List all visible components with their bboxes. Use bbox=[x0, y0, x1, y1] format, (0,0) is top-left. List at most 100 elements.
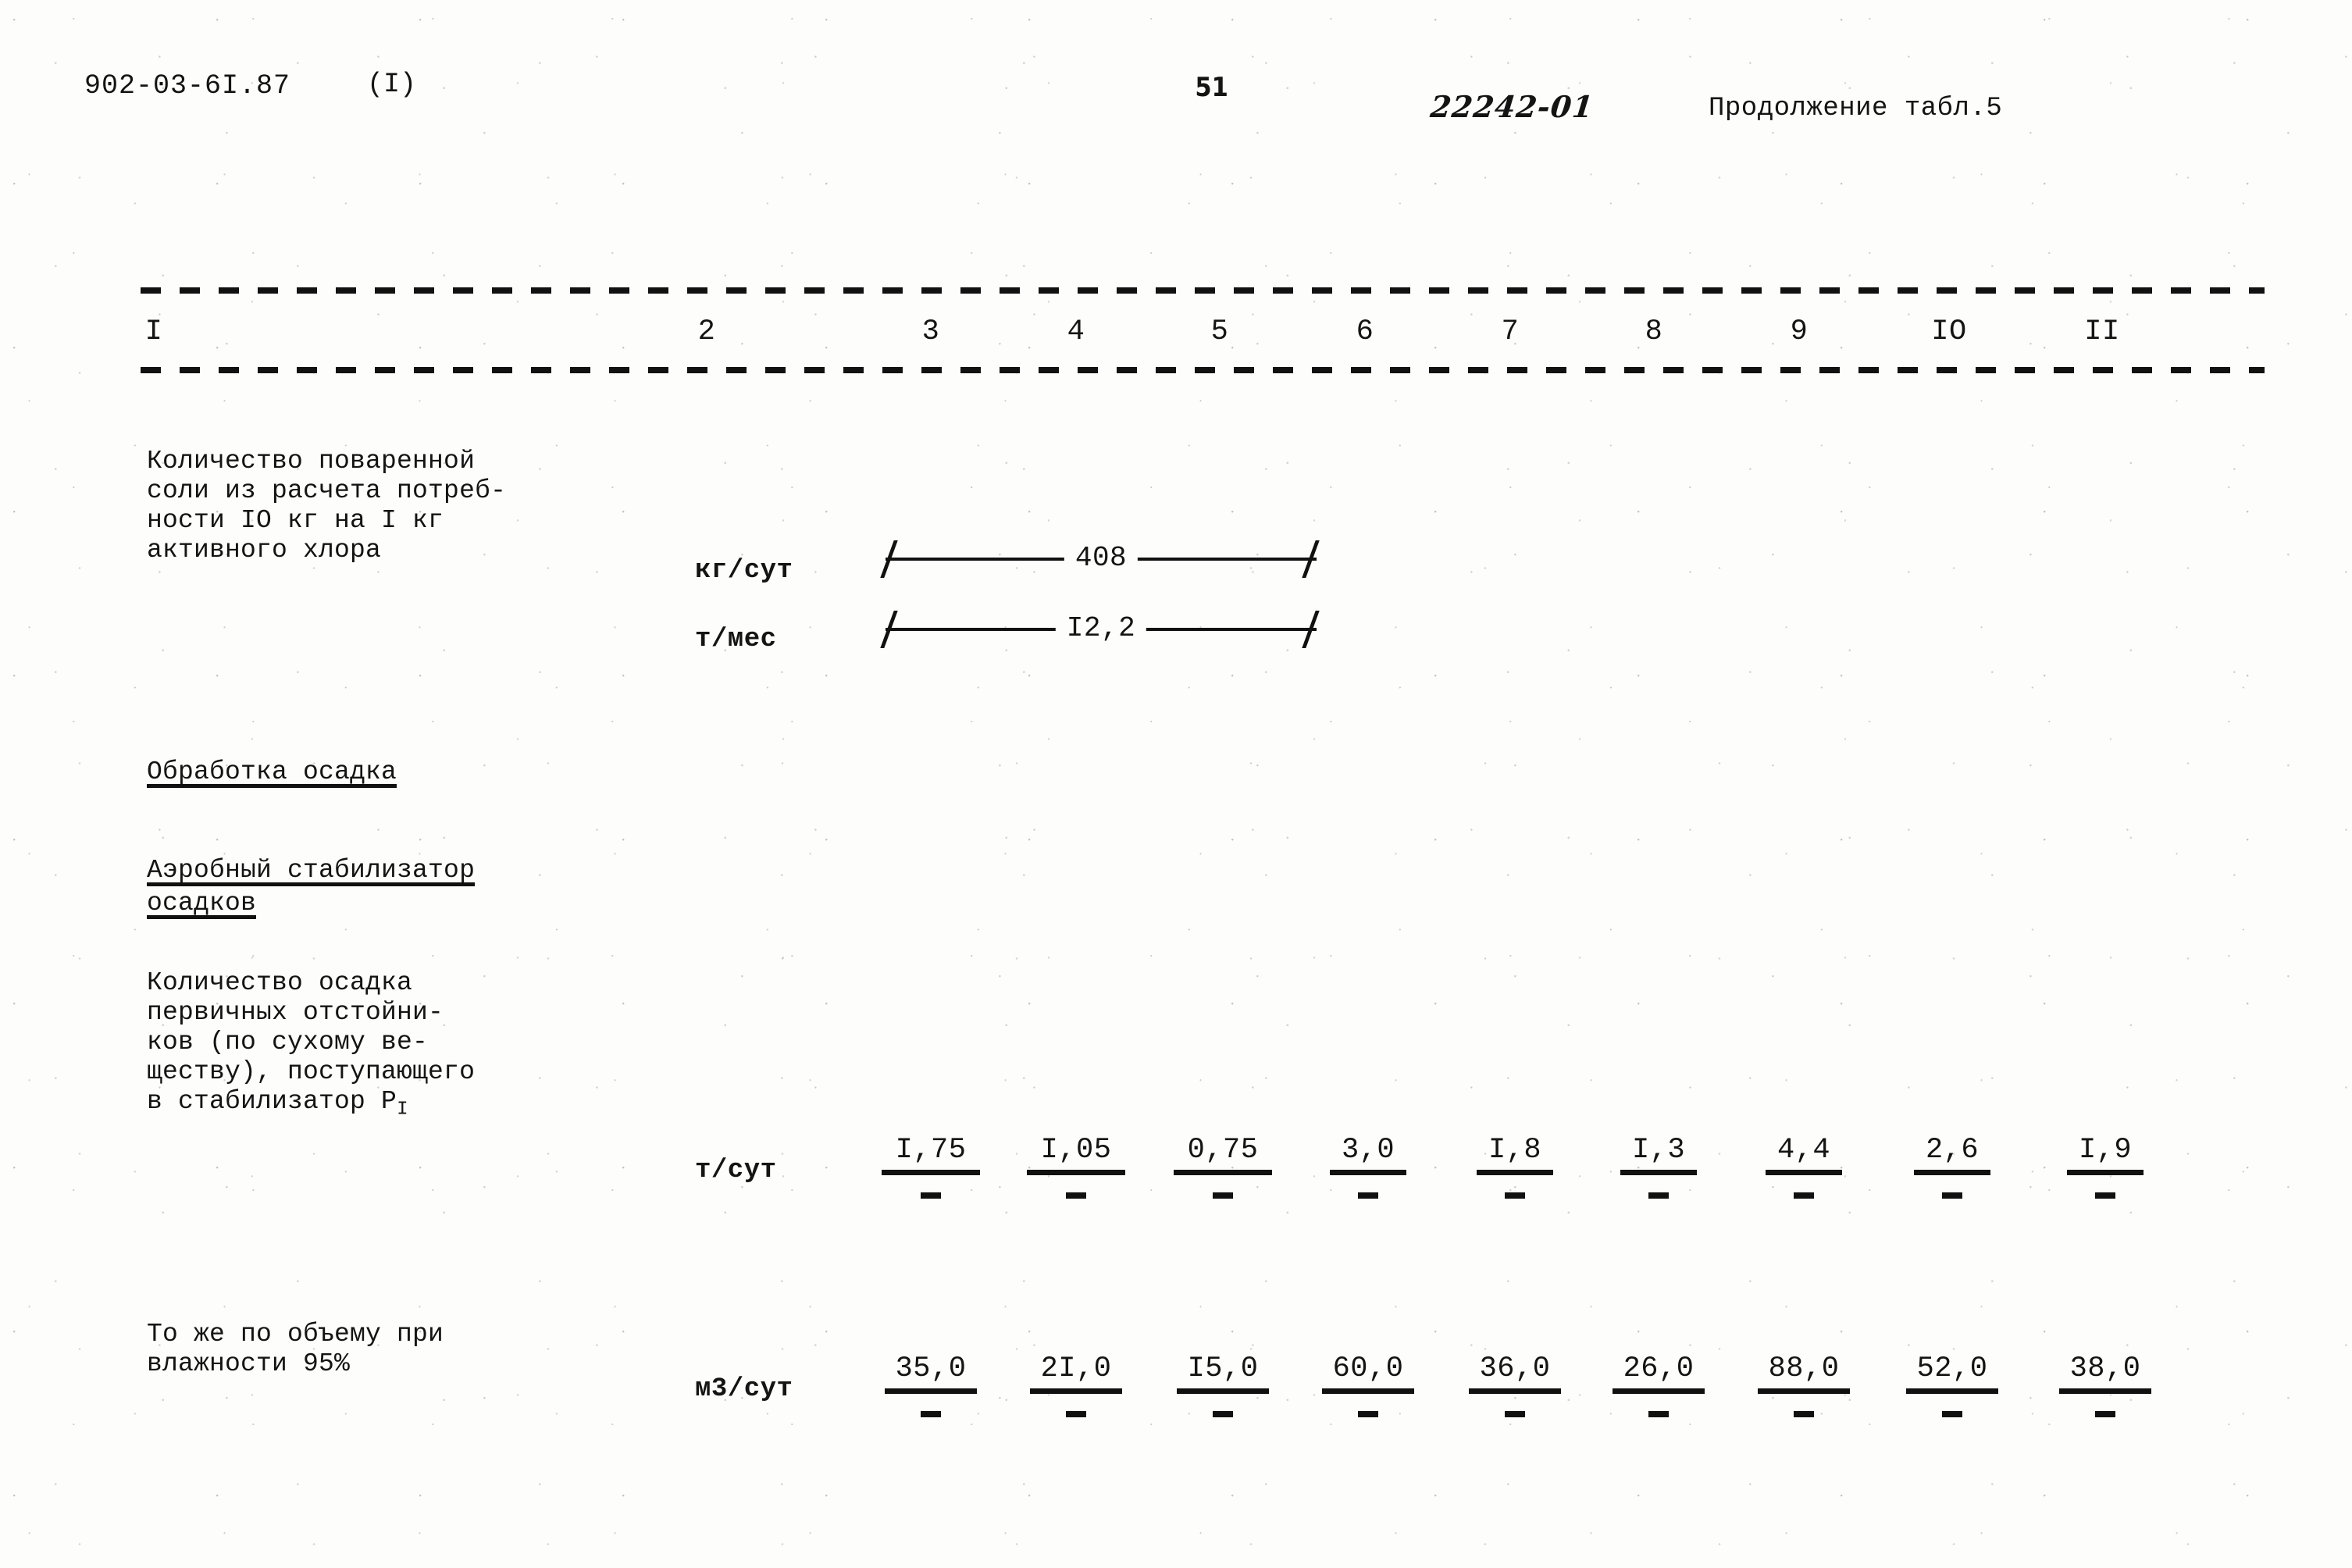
column-header-7: 7 bbox=[1501, 315, 1520, 348]
row-stub-sludge-volume: То же по объему при влажности 95% bbox=[147, 1320, 444, 1378]
row-stub-text: Количество осадка первичных отстойни- ко… bbox=[147, 968, 476, 1116]
fraction-bar bbox=[885, 1388, 977, 1394]
fraction-bar bbox=[1766, 1170, 1842, 1175]
data-cell: 52,0 bbox=[1906, 1352, 1998, 1417]
data-cell: I,3 bbox=[1620, 1134, 1697, 1199]
data-cell: 0,75 bbox=[1174, 1134, 1272, 1199]
cell-value: 52,0 bbox=[1916, 1352, 1988, 1385]
fraction-denominator bbox=[1505, 1411, 1525, 1417]
fraction-denominator bbox=[2095, 1192, 2115, 1199]
data-cell: 26,0 bbox=[1613, 1352, 1705, 1417]
data-cell: 36,0 bbox=[1469, 1352, 1561, 1417]
row-stub-subscript: I bbox=[397, 1099, 408, 1121]
data-cell: 4,4 bbox=[1766, 1134, 1842, 1199]
document-variant: (I) bbox=[367, 69, 417, 100]
data-cell: I,75 bbox=[882, 1134, 980, 1199]
column-header-6: 6 bbox=[1356, 315, 1374, 348]
column-header-8: 8 bbox=[1645, 315, 1663, 348]
fraction-bar bbox=[1469, 1388, 1561, 1394]
section-heading-text: Обработка осадка bbox=[147, 757, 397, 789]
table-rule-bottom bbox=[141, 367, 2265, 373]
fraction-bar bbox=[1620, 1170, 1697, 1175]
fraction-bar bbox=[882, 1170, 980, 1175]
cell-value: 4,4 bbox=[1776, 1134, 1831, 1167]
cell-value: 36,0 bbox=[1479, 1352, 1551, 1385]
fraction-denominator bbox=[1942, 1411, 1962, 1417]
data-cell: 3,0 bbox=[1330, 1134, 1406, 1199]
column-header-3: 3 bbox=[921, 315, 940, 348]
fraction-denominator bbox=[1942, 1192, 1962, 1199]
document-code: 902-03-6I.87 bbox=[84, 70, 291, 102]
unit-label-tonnes-per-month: т/мес bbox=[695, 625, 777, 654]
column-header-2: 2 bbox=[697, 315, 716, 348]
cell-value: 88,0 bbox=[1768, 1352, 1840, 1385]
column-header-9: 9 bbox=[1790, 315, 1809, 348]
cell-value: I,3 bbox=[1631, 1134, 1686, 1167]
unit-label-cubic-metres-per-day: м3/сут bbox=[695, 1374, 793, 1404]
row-stub-primary-sludge-quantity: Количество осадка первичных отстойни- ко… bbox=[147, 968, 475, 1125]
cell-value: I,9 bbox=[2078, 1134, 2133, 1167]
cell-value: 35,0 bbox=[895, 1352, 967, 1385]
data-cell: 38,0 bbox=[2059, 1352, 2151, 1417]
cell-value: 26,0 bbox=[1623, 1352, 1695, 1385]
cell-value: 2I,0 bbox=[1040, 1352, 1112, 1385]
data-cell: I,9 bbox=[2067, 1134, 2144, 1199]
span-value: 408 bbox=[1064, 537, 1139, 579]
fraction-bar bbox=[1613, 1388, 1705, 1394]
cell-value: I,05 bbox=[1040, 1134, 1112, 1167]
column-header-4: 4 bbox=[1067, 315, 1085, 348]
fraction-denominator bbox=[921, 1411, 941, 1417]
data-cell: I,8 bbox=[1477, 1134, 1553, 1199]
column-header-1: I bbox=[144, 315, 163, 348]
fraction-denominator bbox=[1213, 1192, 1233, 1199]
fraction-denominator bbox=[921, 1192, 941, 1199]
fraction-bar bbox=[1330, 1170, 1406, 1175]
fraction-bar bbox=[1030, 1388, 1122, 1394]
fraction-denominator bbox=[1648, 1411, 1669, 1417]
spanned-value-row-tonnes-per-month: I2,2 bbox=[875, 608, 1327, 650]
data-cell: I5,0 bbox=[1177, 1352, 1269, 1417]
column-header-5: 5 bbox=[1210, 315, 1229, 348]
fraction-denominator bbox=[2095, 1411, 2115, 1417]
cell-value: I5,0 bbox=[1187, 1352, 1259, 1385]
page-number: 51 bbox=[1195, 72, 1228, 103]
fraction-denominator bbox=[1794, 1192, 1814, 1199]
row-stub-salt-quantity: Количество поваренной соли из расчета по… bbox=[147, 447, 507, 565]
fraction-bar bbox=[1906, 1388, 1998, 1394]
data-cell: 35,0 bbox=[885, 1352, 977, 1417]
data-cell: 2I,0 bbox=[1030, 1352, 1122, 1417]
unit-label-kg-per-day: кг/сут bbox=[695, 556, 793, 586]
fraction-bar bbox=[1177, 1388, 1269, 1394]
cell-value: 0,75 bbox=[1187, 1134, 1259, 1167]
fraction-bar bbox=[1758, 1388, 1850, 1394]
cell-value: 2,6 bbox=[1925, 1134, 1980, 1167]
unit-label-tonnes-per-day: т/сут bbox=[695, 1156, 777, 1185]
cell-value: 3,0 bbox=[1341, 1134, 1395, 1167]
table-rule-top bbox=[141, 287, 2265, 294]
document-page: 902-03-6I.87 (I) 51 22242-01 Продолжение… bbox=[0, 0, 2352, 1568]
cell-value: I,8 bbox=[1488, 1134, 1542, 1167]
fraction-denominator bbox=[1213, 1411, 1233, 1417]
span-value: I2,2 bbox=[1055, 608, 1147, 650]
fraction-denominator bbox=[1648, 1192, 1669, 1199]
spanned-value-row-kg-per-day: 408 bbox=[875, 537, 1327, 579]
fraction-denominator bbox=[1358, 1411, 1378, 1417]
fraction-bar bbox=[2067, 1170, 2144, 1175]
fraction-bar bbox=[1027, 1170, 1125, 1175]
cell-value: 60,0 bbox=[1332, 1352, 1404, 1385]
fraction-bar bbox=[1322, 1388, 1414, 1394]
fraction-denominator bbox=[1505, 1192, 1525, 1199]
fraction-denominator bbox=[1066, 1192, 1086, 1199]
table-continuation-label: Продолжение табл.5 bbox=[1709, 94, 2003, 123]
document-stamp: 22242-01 bbox=[1428, 89, 1596, 124]
section-heading-aerobic-stabilizer: Аэробный стабилизатор осадков bbox=[147, 854, 476, 920]
fraction-bar bbox=[1477, 1170, 1553, 1175]
column-header-11: II bbox=[2084, 315, 2120, 348]
fraction-denominator bbox=[1066, 1411, 1086, 1417]
cell-value: I,75 bbox=[895, 1134, 967, 1167]
fraction-denominator bbox=[1358, 1192, 1378, 1199]
data-cell: I,05 bbox=[1027, 1134, 1125, 1199]
fraction-bar bbox=[2059, 1388, 2151, 1394]
data-cell: 60,0 bbox=[1322, 1352, 1414, 1417]
fraction-bar bbox=[1914, 1170, 1990, 1175]
